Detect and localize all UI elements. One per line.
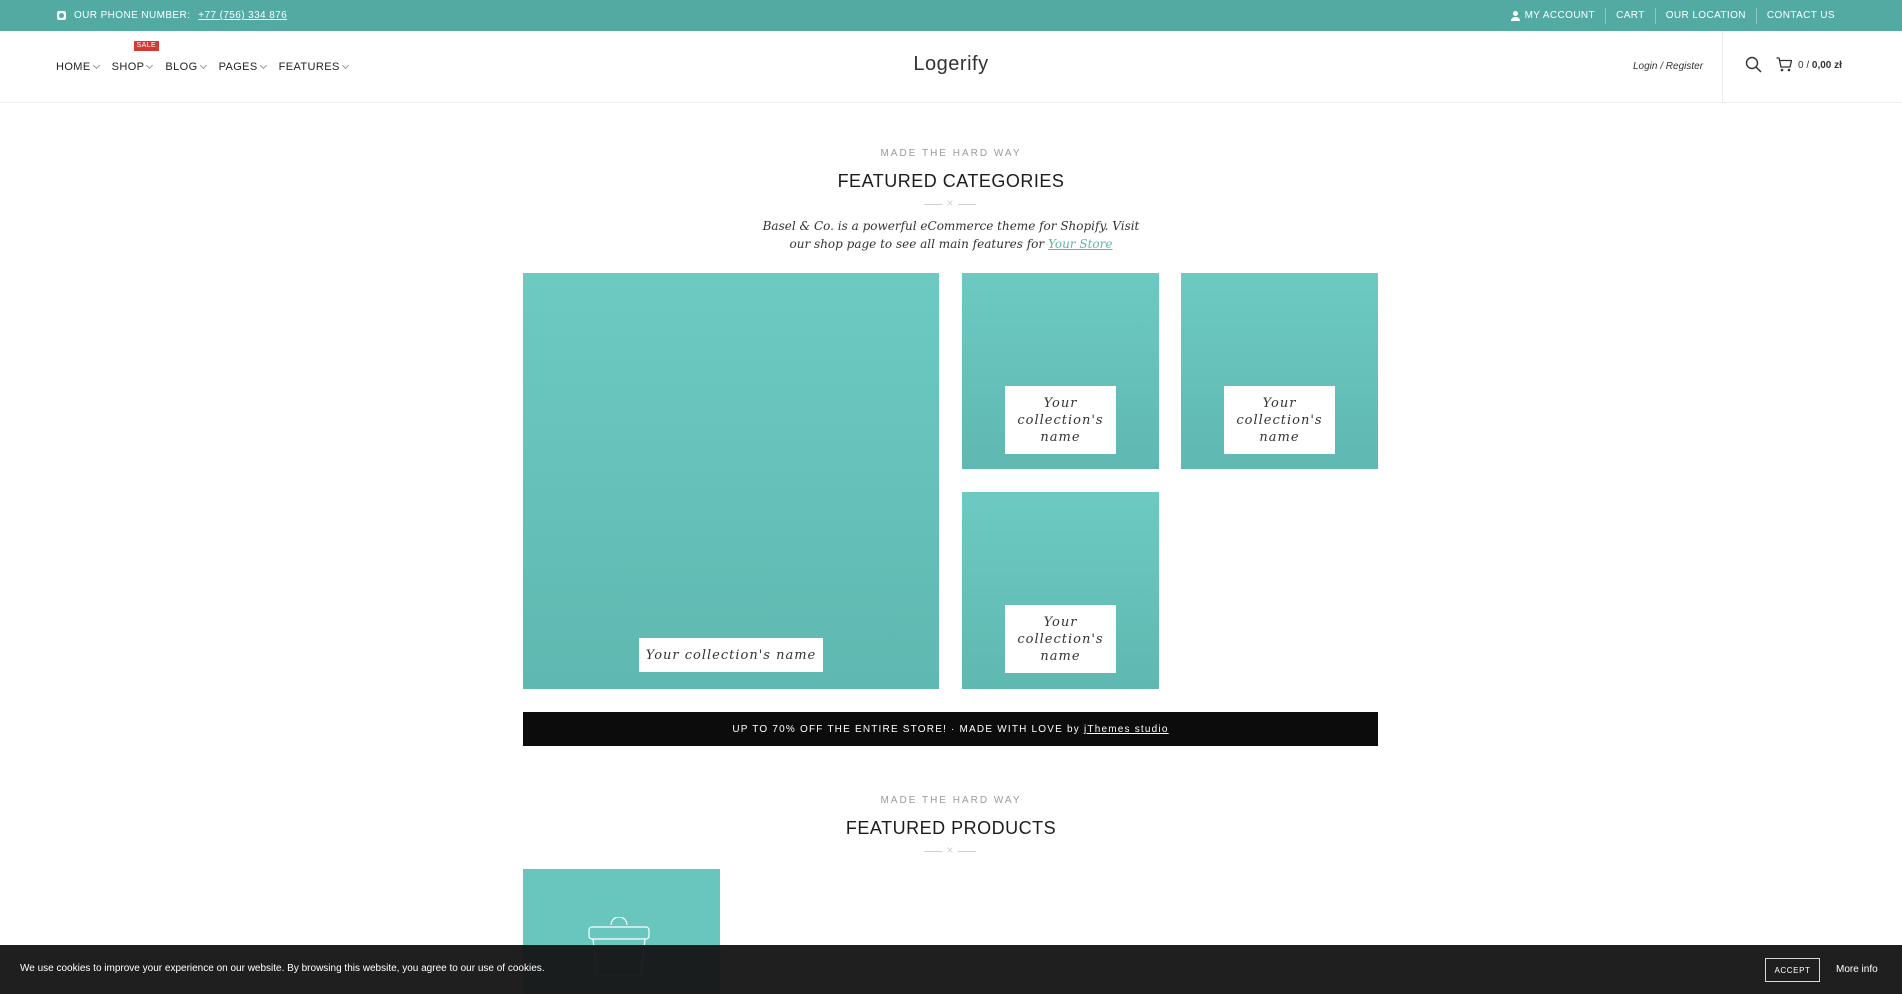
cookie-bar: We use cookies to improve your experienc… bbox=[0, 945, 1902, 994]
main-header: HOME SALE SHOP BLOG PAGES FEATURES Loger… bbox=[0, 31, 1902, 103]
promo-bar: UP TO 70% OFF THE ENTIRE STORE! · MADE W… bbox=[523, 712, 1378, 746]
separator-x-icon: × bbox=[946, 196, 954, 210]
categories-title: FEATURED CATEGORIES bbox=[837, 171, 1065, 191]
title-separator: × bbox=[924, 843, 976, 857]
cart-count: 0 bbox=[1798, 60, 1804, 71]
your-store-link[interactable]: Your Store bbox=[1048, 237, 1113, 251]
cookie-message: We use cookies to improve your experienc… bbox=[20, 963, 545, 974]
studio-link[interactable]: jThemes studio bbox=[1084, 724, 1169, 735]
category-tile[interactable]: Your collection's name bbox=[1181, 273, 1378, 469]
site-logo[interactable]: Logerify bbox=[0, 53, 1902, 76]
our-location-link[interactable]: OUR LOCATION bbox=[1654, 7, 1756, 24]
category-tile-label[interactable]: Your collection's name bbox=[1005, 386, 1116, 454]
accept-cookies-button[interactable]: ACCEPT bbox=[1765, 958, 1820, 982]
top-bar: OUR PHONE NUMBER: +77 (756) 334 876 MY A… bbox=[0, 0, 1902, 31]
title-separator: × bbox=[924, 196, 976, 210]
my-account-link[interactable]: MY ACCOUNT bbox=[1501, 8, 1606, 24]
intro-line-1: Basel & Co. is a powerful eCommerce them… bbox=[762, 219, 1140, 233]
my-account-label: MY ACCOUNT bbox=[1524, 10, 1596, 21]
sale-badge: SALE bbox=[133, 41, 160, 51]
intro-line-2: our shop page to see all main features f… bbox=[789, 237, 1045, 251]
promo-by: by bbox=[1067, 723, 1080, 735]
category-tile[interactable]: Your collection's name bbox=[962, 273, 1159, 469]
cart-total: 0,00 zł bbox=[1811, 60, 1842, 71]
categories-eyebrow: MADE THE HARD WAY bbox=[880, 148, 1022, 159]
phone-label: OUR PHONE NUMBER: bbox=[74, 10, 191, 21]
login-register-link[interactable]: Login / Register bbox=[1633, 61, 1703, 72]
top-links: MY ACCOUNT CART OUR LOCATION CONTACT US bbox=[1501, 0, 1845, 31]
category-tile-label[interactable]: Your collection's name bbox=[639, 638, 823, 672]
search-icon[interactable] bbox=[1745, 56, 1762, 73]
cart-summary[interactable]: 0 / 0,00 zł bbox=[1798, 60, 1842, 71]
category-tile[interactable]: Your collection's name bbox=[962, 492, 1159, 689]
products-eyebrow: MADE THE HARD WAY bbox=[880, 795, 1022, 806]
more-info-link[interactable]: More info bbox=[1836, 964, 1878, 975]
categories-intro: Basel & Co. is a powerful eCommerce them… bbox=[0, 217, 1902, 253]
contact-us-link[interactable]: CONTACT US bbox=[1755, 7, 1845, 24]
cart-icon[interactable] bbox=[1776, 57, 1792, 72]
phone-icon bbox=[57, 11, 66, 20]
user-icon bbox=[1510, 10, 1520, 21]
cart-separator: / bbox=[1806, 60, 1810, 71]
category-tile-label[interactable]: Your collection's name bbox=[1005, 605, 1116, 673]
phone-number-link[interactable]: +77 (756) 334 876 bbox=[198, 10, 287, 21]
promo-text: UP TO 70% OFF THE ENTIRE STORE! · MADE W… bbox=[732, 723, 1064, 735]
phone-info: OUR PHONE NUMBER: +77 (756) 334 876 bbox=[57, 0, 287, 31]
separator-x-icon: × bbox=[946, 843, 954, 857]
header-divider bbox=[1722, 31, 1723, 103]
products-title: FEATURED PRODUCTS bbox=[845, 818, 1057, 838]
category-tile-large[interactable]: Your collection's name bbox=[523, 273, 939, 689]
category-tile-label[interactable]: Your collection's name bbox=[1224, 386, 1335, 454]
cart-link[interactable]: CART bbox=[1605, 7, 1655, 24]
